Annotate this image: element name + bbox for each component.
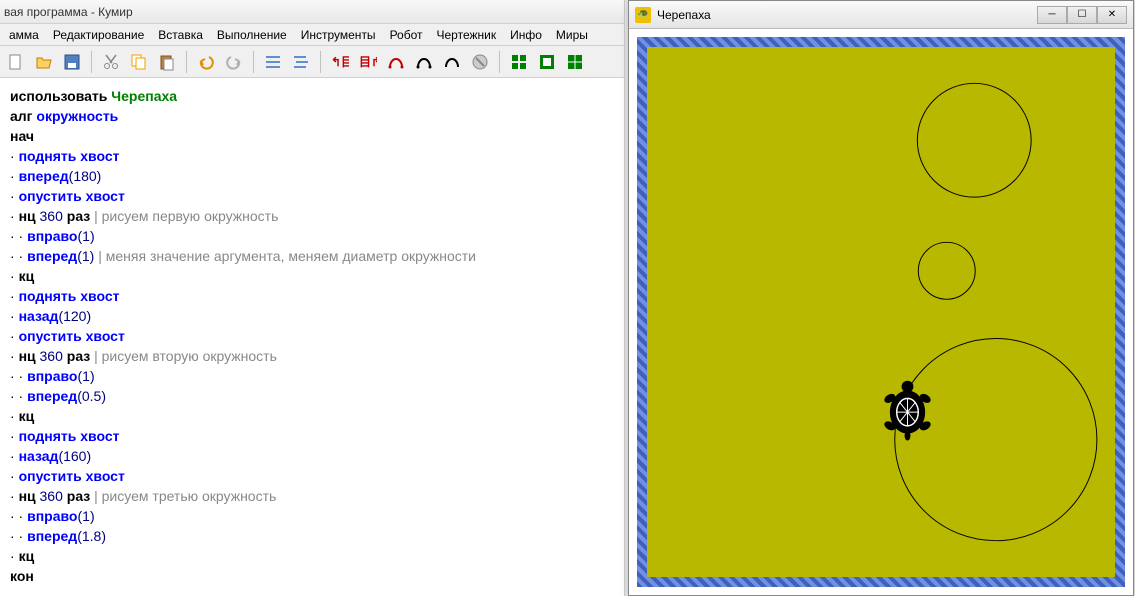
code-line[interactable]: · · вправо(1) (10, 366, 614, 386)
run-icon[interactable]: ↰目 (328, 50, 352, 74)
turtle-app-icon: 🐢 (635, 7, 651, 23)
trace3-icon[interactable] (440, 50, 464, 74)
copy-icon[interactable] (127, 50, 151, 74)
toolbar-separator (253, 51, 254, 73)
code-line[interactable]: · нц 360 раз | рисуем третью окружность (10, 486, 614, 506)
code-line[interactable]: · поднять хвост (10, 146, 614, 166)
turtle-titlebar: 🐢 Черепаха ─ ☐ ✕ (629, 1, 1133, 29)
menu-worlds[interactable]: Миры (549, 26, 595, 44)
trace1-icon[interactable] (384, 50, 408, 74)
code-line[interactable]: · опустить хвост (10, 466, 614, 486)
window-controls: ─ ☐ ✕ (1037, 6, 1127, 24)
code-line[interactable]: · назад(160) (10, 446, 614, 466)
grid3-icon[interactable] (563, 50, 587, 74)
turtle-canvas[interactable] (647, 47, 1115, 577)
code-line[interactable]: · опустить хвост (10, 326, 614, 346)
trace2-icon[interactable] (412, 50, 436, 74)
menu-robot[interactable]: Робот (383, 26, 430, 44)
toolbar-separator (186, 51, 187, 73)
toolbar-separator (499, 51, 500, 73)
turtle-sprite (883, 381, 932, 441)
menu-run[interactable]: Выполнение (210, 26, 294, 44)
menu-insert[interactable]: Вставка (151, 26, 210, 44)
code-editor[interactable]: использовать Черепахаалг окружностьнач· … (0, 78, 624, 594)
list2-icon[interactable] (289, 50, 313, 74)
grid1-icon[interactable] (507, 50, 531, 74)
stop-icon[interactable] (468, 50, 492, 74)
maximize-button[interactable]: ☐ (1067, 6, 1097, 24)
new-icon[interactable] (4, 50, 28, 74)
menu-tools[interactable]: Инструменты (294, 26, 383, 44)
turtle-canvas-container (629, 29, 1133, 595)
open-icon[interactable] (32, 50, 56, 74)
code-line[interactable]: · вперед(180) (10, 166, 614, 186)
toolbar: ↰目 目↱ (0, 46, 624, 78)
code-line[interactable]: · · вперед(1) | меняя значение аргумента… (10, 246, 614, 266)
title-text: вая программа - Кумир (4, 5, 133, 19)
code-line[interactable]: · кц (10, 546, 614, 566)
turtle-canvas-border (637, 37, 1125, 587)
menubar: амма Редактирование Вставка Выполнение И… (0, 24, 624, 46)
grid2-icon[interactable] (535, 50, 559, 74)
cut-icon[interactable] (99, 50, 123, 74)
toolbar-separator (91, 51, 92, 73)
code-line[interactable]: · нц 360 раз | рисуем первую окружность (10, 206, 614, 226)
toolbar-separator (320, 51, 321, 73)
code-line[interactable]: алг окружность (10, 106, 614, 126)
code-line[interactable]: · опустить хвост (10, 186, 614, 206)
code-line[interactable]: · кц (10, 266, 614, 286)
drawn-circle (895, 339, 1097, 541)
code-line[interactable]: · поднять хвост (10, 426, 614, 446)
turtle-drawing (647, 47, 1115, 577)
svg-text:目↱: 目↱ (359, 55, 377, 69)
turtle-title-text: Черепаха (657, 8, 711, 22)
redo-icon[interactable] (222, 50, 246, 74)
code-line[interactable]: использовать Черепаха (10, 86, 614, 106)
code-line[interactable]: · нц 360 раз | рисуем вторую окружность (10, 346, 614, 366)
svg-text:↰目: ↰目 (331, 55, 349, 69)
menu-draft[interactable]: Чертежник (430, 26, 504, 44)
code-line[interactable]: · кц (10, 406, 614, 426)
main-window: вая программа - Кумир амма Редактировани… (0, 0, 625, 596)
menu-program[interactable]: амма (2, 26, 46, 44)
save-icon[interactable] (60, 50, 84, 74)
titlebar: вая программа - Кумир (0, 0, 624, 24)
menu-edit[interactable]: Редактирование (46, 26, 151, 44)
turtle-window: 🐢 Черепаха ─ ☐ ✕ (628, 0, 1134, 596)
code-line[interactable]: кон (10, 566, 614, 586)
code-line[interactable]: · · вправо(1) (10, 226, 614, 246)
code-line[interactable]: нач (10, 126, 614, 146)
minimize-button[interactable]: ─ (1037, 6, 1067, 24)
code-line[interactable]: · поднять хвост (10, 286, 614, 306)
paste-icon[interactable] (155, 50, 179, 74)
code-line[interactable]: · · вперед(0.5) (10, 386, 614, 406)
drawn-circle (918, 242, 975, 299)
list1-icon[interactable] (261, 50, 285, 74)
undo-icon[interactable] (194, 50, 218, 74)
step-icon[interactable]: 目↱ (356, 50, 380, 74)
code-line[interactable]: · · вперед(1.8) (10, 526, 614, 546)
close-button[interactable]: ✕ (1097, 6, 1127, 24)
code-line[interactable]: · назад(120) (10, 306, 614, 326)
menu-info[interactable]: Инфо (503, 26, 549, 44)
code-line[interactable]: · · вправо(1) (10, 506, 614, 526)
drawn-circle (917, 83, 1031, 197)
